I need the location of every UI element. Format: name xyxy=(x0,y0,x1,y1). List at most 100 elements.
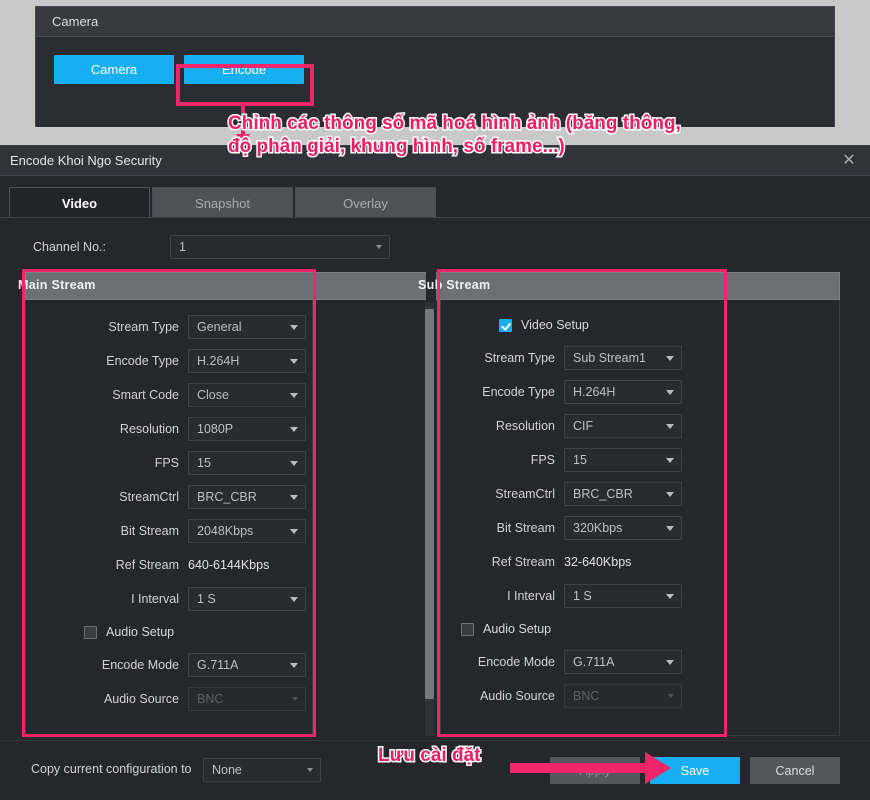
main-audio-source-select: BNC xyxy=(188,687,306,711)
encode-dialog: Encode Khoi Ngo Security ✕ Video Snapsho… xyxy=(0,145,870,800)
main-encode-mode-value: G.711A xyxy=(197,658,239,672)
tab-snapshot-label: Snapshot xyxy=(195,195,250,211)
main-resolution-row: Resolution 1080P xyxy=(26,417,312,441)
main-fps-label: FPS xyxy=(154,456,179,470)
main-resolution-value: 1080P xyxy=(197,422,234,436)
tab-overlay[interactable]: Overlay xyxy=(295,187,436,218)
sub-resolution-select[interactable]: CIF xyxy=(564,414,682,438)
main-fps-value: 15 xyxy=(197,456,211,470)
main-audio-setup-checkbox[interactable] xyxy=(84,625,97,639)
camera-button[interactable]: Camera xyxy=(54,55,174,84)
chevron-down-icon xyxy=(666,492,674,497)
encode-button[interactable]: Encode xyxy=(184,55,304,84)
sub-stream-type-select[interactable]: Sub Stream1 xyxy=(564,346,682,370)
sub-fps-value: 15 xyxy=(573,453,587,467)
main-encode-mode-select[interactable]: G.711A xyxy=(188,653,306,677)
main-streamctrl-select[interactable]: BRC_CBR xyxy=(188,485,306,509)
stream-panels: Main Stream Sub Stream Stream Type Gener… xyxy=(0,269,870,738)
main-resolution-select[interactable]: 1080P xyxy=(188,417,306,441)
sub-encode-mode-select[interactable]: G.711A xyxy=(564,650,682,674)
sub-i-interval-row: I Interval 1 S xyxy=(441,584,839,608)
chevron-down-icon xyxy=(307,768,313,772)
copy-configuration-value: None xyxy=(212,763,242,777)
main-stream-type-label: Stream Type xyxy=(108,320,179,334)
encode-button-label: Encode xyxy=(221,62,267,77)
chevron-down-icon xyxy=(290,393,298,398)
sub-stream-title: Sub Stream xyxy=(418,278,491,292)
close-icon[interactable]: ✕ xyxy=(838,150,860,172)
main-audio-source-row: Audio Source BNC xyxy=(26,687,312,711)
main-smart-code-select[interactable]: Close xyxy=(188,383,306,407)
chevron-down-icon xyxy=(292,697,298,701)
chevron-down-icon xyxy=(290,427,298,432)
scrollbar-thumb[interactable] xyxy=(425,309,434,699)
main-stream-panel: Stream Type General Encode Type H.264H S… xyxy=(25,300,313,736)
sub-encode-mode-label: Encode Mode xyxy=(477,655,555,669)
main-bit-stream-label: Bit Stream xyxy=(120,524,179,538)
camera-button-label: Camera xyxy=(90,62,138,77)
sub-bit-stream-select[interactable]: 320Kbps xyxy=(564,516,682,540)
main-audio-source-label: Audio Source xyxy=(103,692,179,706)
tab-snapshot[interactable]: Snapshot xyxy=(152,187,293,218)
chevron-down-icon xyxy=(290,325,298,330)
sub-fps-row: FPS 15 xyxy=(441,448,839,472)
main-encode-type-value: H.264H xyxy=(197,354,240,368)
sub-i-interval-select[interactable]: 1 S xyxy=(564,584,682,608)
chevron-down-icon xyxy=(376,245,382,249)
cancel-button[interactable]: Cancel xyxy=(750,757,840,784)
main-stream-title: Main Stream xyxy=(18,278,96,292)
camera-window-body: Camera Encode xyxy=(36,37,834,127)
sub-fps-select[interactable]: 15 xyxy=(564,448,682,472)
sub-audio-setup-checkbox[interactable] xyxy=(461,622,474,636)
camera-window: Camera Camera Encode xyxy=(35,6,835,127)
sub-video-setup-row: Video Setup xyxy=(499,314,839,336)
main-smart-code-label: Smart Code xyxy=(112,388,179,402)
cancel-button-label: Cancel xyxy=(775,763,815,778)
chevron-down-icon xyxy=(290,663,298,668)
tabs-underline xyxy=(0,217,870,218)
tab-overlay-label: Overlay xyxy=(343,195,388,211)
main-stream-type-select[interactable]: General xyxy=(188,315,306,339)
main-bit-stream-value: 2048Kbps xyxy=(197,524,254,538)
chevron-down-icon xyxy=(290,597,298,602)
main-audio-setup-label: Audio Setup xyxy=(106,625,175,639)
camera-window-titlebar: Camera xyxy=(36,7,834,37)
main-smart-code-row: Smart Code Close xyxy=(26,383,312,407)
sub-stream-type-value: Sub Stream1 xyxy=(573,351,646,365)
sub-encode-type-select[interactable]: H.264H xyxy=(564,380,682,404)
main-fps-select[interactable]: 15 xyxy=(188,451,306,475)
main-i-interval-select[interactable]: 1 S xyxy=(188,587,306,611)
main-bit-stream-row: Bit Stream 2048Kbps xyxy=(26,519,312,543)
chevron-down-icon xyxy=(666,390,674,395)
sub-ref-stream-label: Ref Stream xyxy=(491,555,555,569)
main-audio-source-value: BNC xyxy=(197,692,224,706)
sub-encode-type-label: Encode Type xyxy=(482,385,555,399)
chevron-down-icon xyxy=(666,526,674,531)
main-streamctrl-row: StreamCtrl BRC_CBR xyxy=(26,485,312,509)
chevron-down-icon xyxy=(290,359,298,364)
sub-i-interval-value: 1 S xyxy=(573,589,592,603)
copy-configuration-select[interactable]: None xyxy=(203,758,321,782)
main-encode-mode-row: Encode Mode G.711A xyxy=(26,653,312,677)
sub-resolution-value: CIF xyxy=(573,419,594,433)
sub-bit-stream-value: 320Kbps xyxy=(573,521,623,535)
sub-ref-stream-row: Ref Stream 32-640Kbps xyxy=(441,550,839,574)
sub-stream-type-label: Stream Type xyxy=(484,351,555,365)
tab-video[interactable]: Video xyxy=(9,187,150,218)
main-i-interval-label: I Interval xyxy=(131,592,179,606)
main-i-interval-value: 1 S xyxy=(197,592,216,606)
main-encode-type-row: Encode Type H.264H xyxy=(26,349,312,373)
sub-encode-type-row: Encode Type H.264H xyxy=(441,380,839,404)
sub-streamctrl-select[interactable]: BRC_CBR xyxy=(564,482,682,506)
channel-select[interactable]: 1 xyxy=(170,235,390,259)
chevron-down-icon xyxy=(666,594,674,599)
main-encode-type-select[interactable]: H.264H xyxy=(188,349,306,373)
sub-stream-type-row: Stream Type Sub Stream1 xyxy=(441,346,839,370)
sub-encode-type-value: H.264H xyxy=(573,385,616,399)
panel-vertical-scrollbar[interactable] xyxy=(425,303,434,736)
annotation-arrow-down-icon xyxy=(236,106,250,146)
main-bit-stream-select[interactable]: 2048Kbps xyxy=(188,519,306,543)
sub-stream-panel: Video Setup Stream Type Sub Stream1 Enco… xyxy=(440,300,840,736)
chevron-down-icon xyxy=(290,529,298,534)
sub-video-setup-checkbox[interactable] xyxy=(499,318,512,332)
